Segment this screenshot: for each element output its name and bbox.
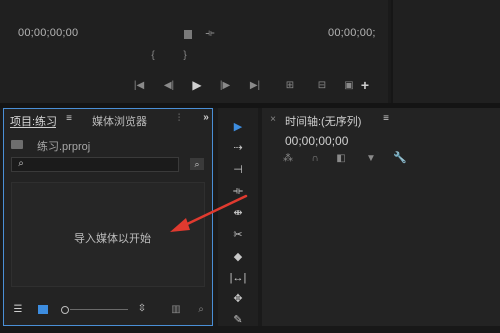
bottom-edge [0, 326, 500, 333]
arrowhead [170, 218, 190, 232]
arrow-shaft [181, 194, 248, 228]
red-arrow-annotation [170, 194, 248, 232]
